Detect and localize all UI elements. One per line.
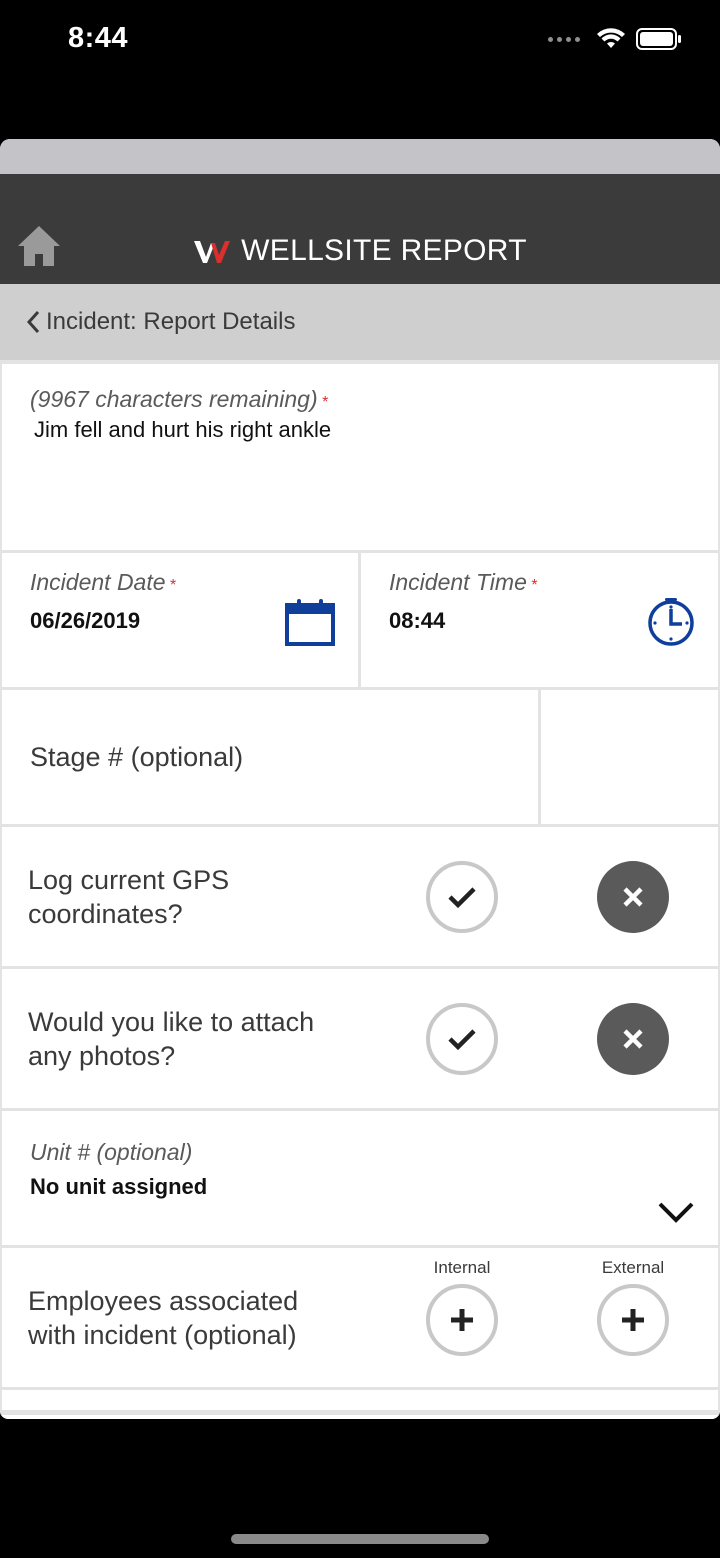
unit-select[interactable]: Unit # (optional) No unit assigned [2, 1111, 718, 1245]
stage-label: Stage # (optional) [2, 690, 538, 824]
plus-icon [451, 1309, 473, 1331]
incident-time-value: 08:44 [389, 608, 446, 633]
stage-input[interactable] [541, 690, 718, 824]
internal-label: Internal [433, 1258, 491, 1277]
gps-question: Log current GPS coordinates? [28, 863, 388, 931]
incident-date-field[interactable]: Incident Date * 06/26/2019 [2, 553, 358, 687]
photos-yes-button[interactable] [426, 1003, 498, 1075]
photos-question-row: Would you like to attach any photos? [2, 969, 718, 1108]
required-mark: * [169, 577, 177, 594]
photos-question: Would you like to attach any photos? [28, 1005, 388, 1073]
employees-question: Employees associated with incident (opti… [28, 1284, 388, 1352]
gps-question-row: Log current GPS coordinates? [2, 827, 718, 966]
gps-no-button[interactable] [597, 861, 669, 933]
unit-value: No unit assigned [30, 1174, 208, 1199]
gps-yes-button[interactable] [426, 861, 498, 933]
characters-remaining-label: (9967 characters remaining) [30, 386, 318, 412]
required-mark: * [322, 394, 329, 411]
description-hint: (9967 characters remaining) * [30, 386, 690, 413]
add-internal-employee-button[interactable] [426, 1284, 498, 1356]
stage-row: Stage # (optional) [2, 690, 718, 824]
check-icon [448, 887, 476, 909]
photos-no-button[interactable] [597, 1003, 669, 1075]
app-title: WELLSITE REPORT [0, 234, 720, 268]
check-icon [448, 1029, 476, 1051]
incident-description-field[interactable]: (9967 characters remaining) * Jim fell a… [2, 364, 718, 550]
photos-question-line1: Would you like to attach [28, 1006, 315, 1037]
external-label: External [601, 1258, 665, 1277]
calendar-icon[interactable] [284, 597, 336, 647]
employees-question-line2: with incident (optional) [28, 1319, 297, 1350]
unit-label: Unit # (optional) [30, 1139, 193, 1165]
signal-icon [548, 36, 580, 42]
next-row-peek [2, 1390, 718, 1410]
plus-icon [622, 1309, 644, 1331]
gps-question-line1: Log current GPS [28, 864, 230, 895]
wifi-icon [597, 28, 625, 48]
home-indicator[interactable] [231, 1534, 489, 1544]
employees-row: Employees associated with incident (opti… [2, 1248, 718, 1387]
screen: 8:44 WELLSITE REPORT Incident: Report De… [0, 0, 720, 1558]
incident-time-field[interactable]: Incident Time * 08:44 [361, 553, 718, 687]
logo-icon [194, 241, 231, 263]
gps-question-line2: coordinates? [28, 898, 183, 929]
status-time: 8:44 [68, 22, 129, 54]
battery-icon [636, 28, 681, 50]
clock-icon[interactable] [646, 597, 696, 647]
close-icon [623, 887, 643, 907]
chevron-down-icon [658, 1202, 694, 1223]
date-time-row: Incident Date * 06/26/2019 Incident Time [2, 553, 718, 687]
incident-time-label: Incident Time [389, 569, 527, 595]
close-icon [623, 1029, 643, 1049]
app-title-text: WELLSITE REPORT [241, 234, 527, 267]
incident-date-label: Incident Date [30, 569, 166, 595]
nav-title: Incident: Report Details [46, 308, 296, 335]
photos-question-line2: any photos? [28, 1040, 176, 1071]
add-external-employee-button[interactable] [597, 1284, 669, 1356]
chevron-left-icon [26, 310, 40, 334]
status-bar: 8:44 [0, 0, 720, 80]
app-window: WELLSITE REPORT Incident: Report Details… [0, 139, 720, 1419]
required-mark: * [531, 577, 538, 594]
employees-question-line1: Employees associated [28, 1285, 299, 1316]
incident-form: (9967 characters remaining) * Jim fell a… [0, 360, 720, 1415]
app-header: WELLSITE REPORT [0, 174, 720, 284]
status-icons [548, 28, 682, 50]
top-strip [0, 139, 720, 174]
back-navigation[interactable]: Incident: Report Details [0, 284, 720, 360]
description-text[interactable]: Jim fell and hurt his right ankle [30, 417, 690, 443]
